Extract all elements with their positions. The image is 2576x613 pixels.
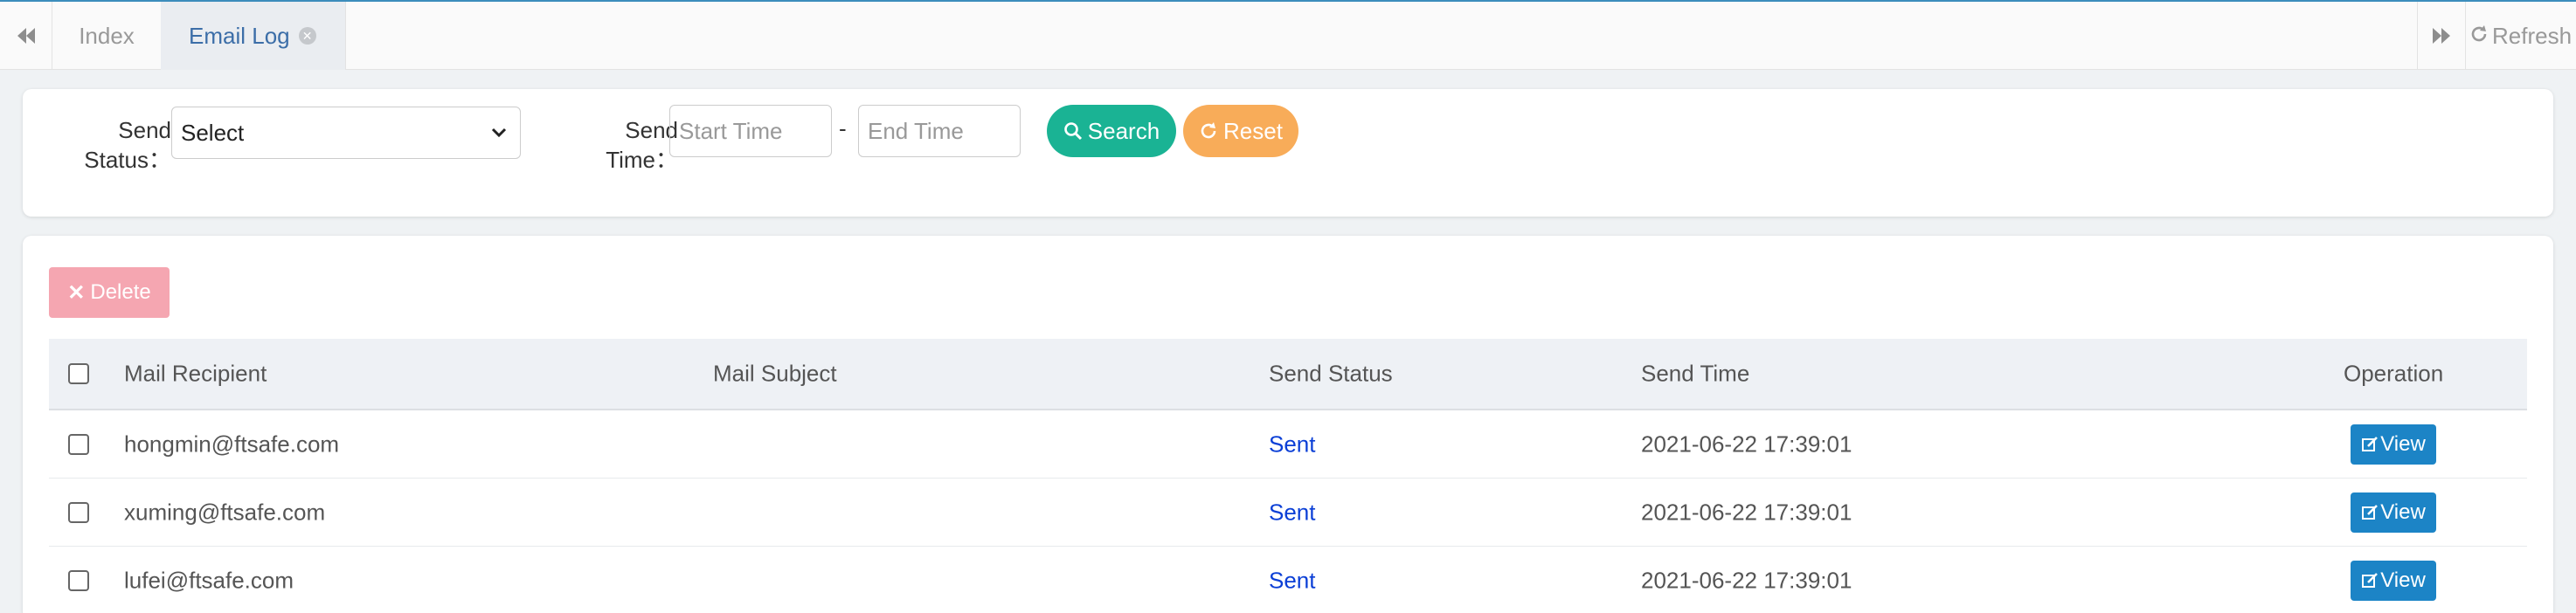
column-header-subject[interactable]: Mail Subject (713, 361, 837, 388)
send-status-select[interactable]: Select (171, 107, 521, 159)
scroll-tabs-right-button[interactable] (2417, 2, 2466, 70)
chevron-down-icon (488, 121, 509, 148)
column-header-status[interactable]: Send Status (1269, 361, 1393, 388)
select-value: Select (181, 119, 245, 146)
range-separator: - (839, 115, 847, 141)
column-header-time[interactable]: Send Time (1641, 361, 1749, 388)
reset-button[interactable]: Reset (1183, 105, 1298, 157)
double-chevron-left-icon (17, 23, 36, 50)
end-time-placeholder: End Time (868, 117, 964, 144)
end-time-input[interactable]: End Time (858, 105, 1021, 157)
refresh-label: Refresh (2492, 22, 2573, 49)
close-icon: ✕ (67, 280, 86, 305)
table-header: Mail Recipient Mail Subject Send Status … (49, 339, 2527, 410)
row-checkbox[interactable] (68, 501, 89, 523)
refresh-icon (1199, 121, 1218, 141)
table-panel: ✕ Delete Mail Recipient Mail Subject Sen… (23, 236, 2553, 613)
view-button-label: View (2380, 499, 2426, 524)
recipient-cell: xuming@ftsafe.com (124, 499, 326, 525)
select-all-checkbox[interactable] (68, 363, 89, 384)
recipient-cell: hongmin@ftsafe.com (124, 430, 340, 457)
table-row[interactable]: xuming@ftsafe.com Sent 2021-06-22 17:39:… (49, 479, 2527, 547)
row-checkbox[interactable] (68, 433, 89, 455)
view-button-label: View (2380, 568, 2426, 592)
table-row[interactable]: lufei@ftsafe.com Sent 2021-06-22 17:39:0… (49, 547, 2527, 613)
search-button[interactable]: Search (1047, 105, 1176, 157)
column-header-recipient[interactable]: Mail Recipient (124, 361, 267, 388)
close-circle-icon[interactable]: ✕ (298, 27, 316, 45)
tab-email-log[interactable]: Email Log ✕ (161, 2, 346, 70)
double-chevron-right-icon (2432, 23, 2451, 50)
tab-index[interactable]: Index (52, 2, 161, 70)
reset-button-label: Reset (1223, 117, 1283, 144)
send-time-label: Send Time： (606, 117, 678, 173)
start-time-placeholder: Start Time (679, 117, 783, 144)
time-cell: 2021-06-22 17:39:01 (1641, 499, 1852, 525)
search-icon (1063, 121, 1083, 141)
refresh-button[interactable]: Refresh (2466, 2, 2576, 70)
search-button-label: Search (1087, 117, 1160, 144)
column-header-operation: Operation (2344, 360, 2444, 387)
view-button-label: View (2380, 431, 2426, 456)
scroll-tabs-left-button[interactable] (0, 2, 52, 70)
view-button[interactable]: View (2351, 560, 2436, 601)
status-cell: Sent (1269, 499, 1316, 525)
delete-button[interactable]: ✕ Delete (49, 267, 170, 318)
edit-icon (2361, 572, 2379, 589)
row-checkbox[interactable] (68, 569, 89, 591)
send-status-label: Send Status： (84, 117, 171, 173)
status-cell: Sent (1269, 567, 1316, 593)
tab-bar: Index Email Log ✕ Refresh (0, 2, 2576, 70)
view-button[interactable]: View (2351, 492, 2436, 533)
table-row[interactable]: hongmin@ftsafe.com Sent 2021-06-22 17:39… (49, 410, 2527, 479)
status-cell: Sent (1269, 430, 1316, 457)
edit-icon (2361, 436, 2379, 453)
tab-label: Email Log (189, 22, 290, 49)
search-panel: Send Status： Select Send Time： Start Tim… (23, 89, 2553, 217)
time-cell: 2021-06-22 17:39:01 (1641, 567, 1852, 593)
view-button[interactable]: View (2351, 424, 2436, 465)
refresh-icon (2469, 23, 2489, 50)
edit-icon (2361, 504, 2379, 521)
delete-button-label: Delete (90, 280, 151, 304)
time-cell: 2021-06-22 17:39:01 (1641, 430, 1852, 457)
start-time-input[interactable]: Start Time (669, 105, 832, 157)
recipient-cell: lufei@ftsafe.com (124, 567, 294, 593)
tab-label: Index (79, 22, 135, 49)
